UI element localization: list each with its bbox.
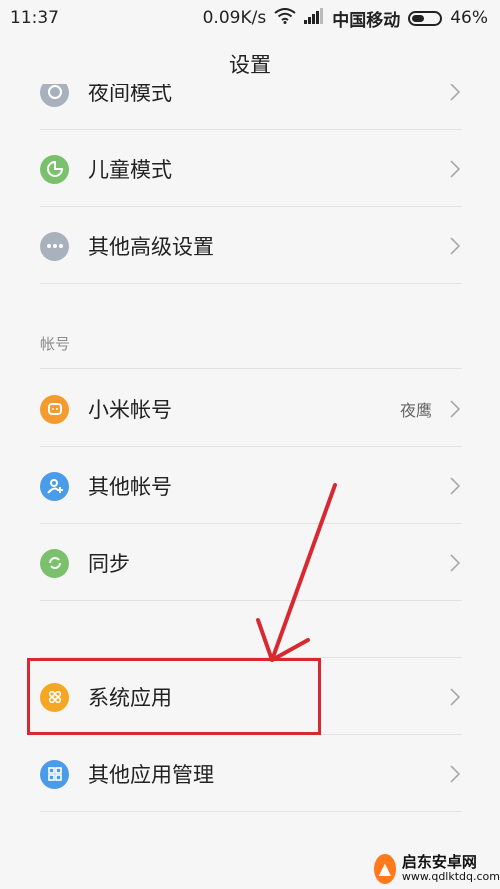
watermark-name: 启东安卓网	[401, 852, 477, 871]
watermark-logo-icon: ▲	[374, 853, 396, 884]
annotation-arrow-icon	[256, 483, 337, 662]
watermark: ▲ 启东安卓网 www.qdlktdq.com	[374, 848, 500, 889]
watermark-url: www.qdlktdq.com	[401, 869, 500, 883]
